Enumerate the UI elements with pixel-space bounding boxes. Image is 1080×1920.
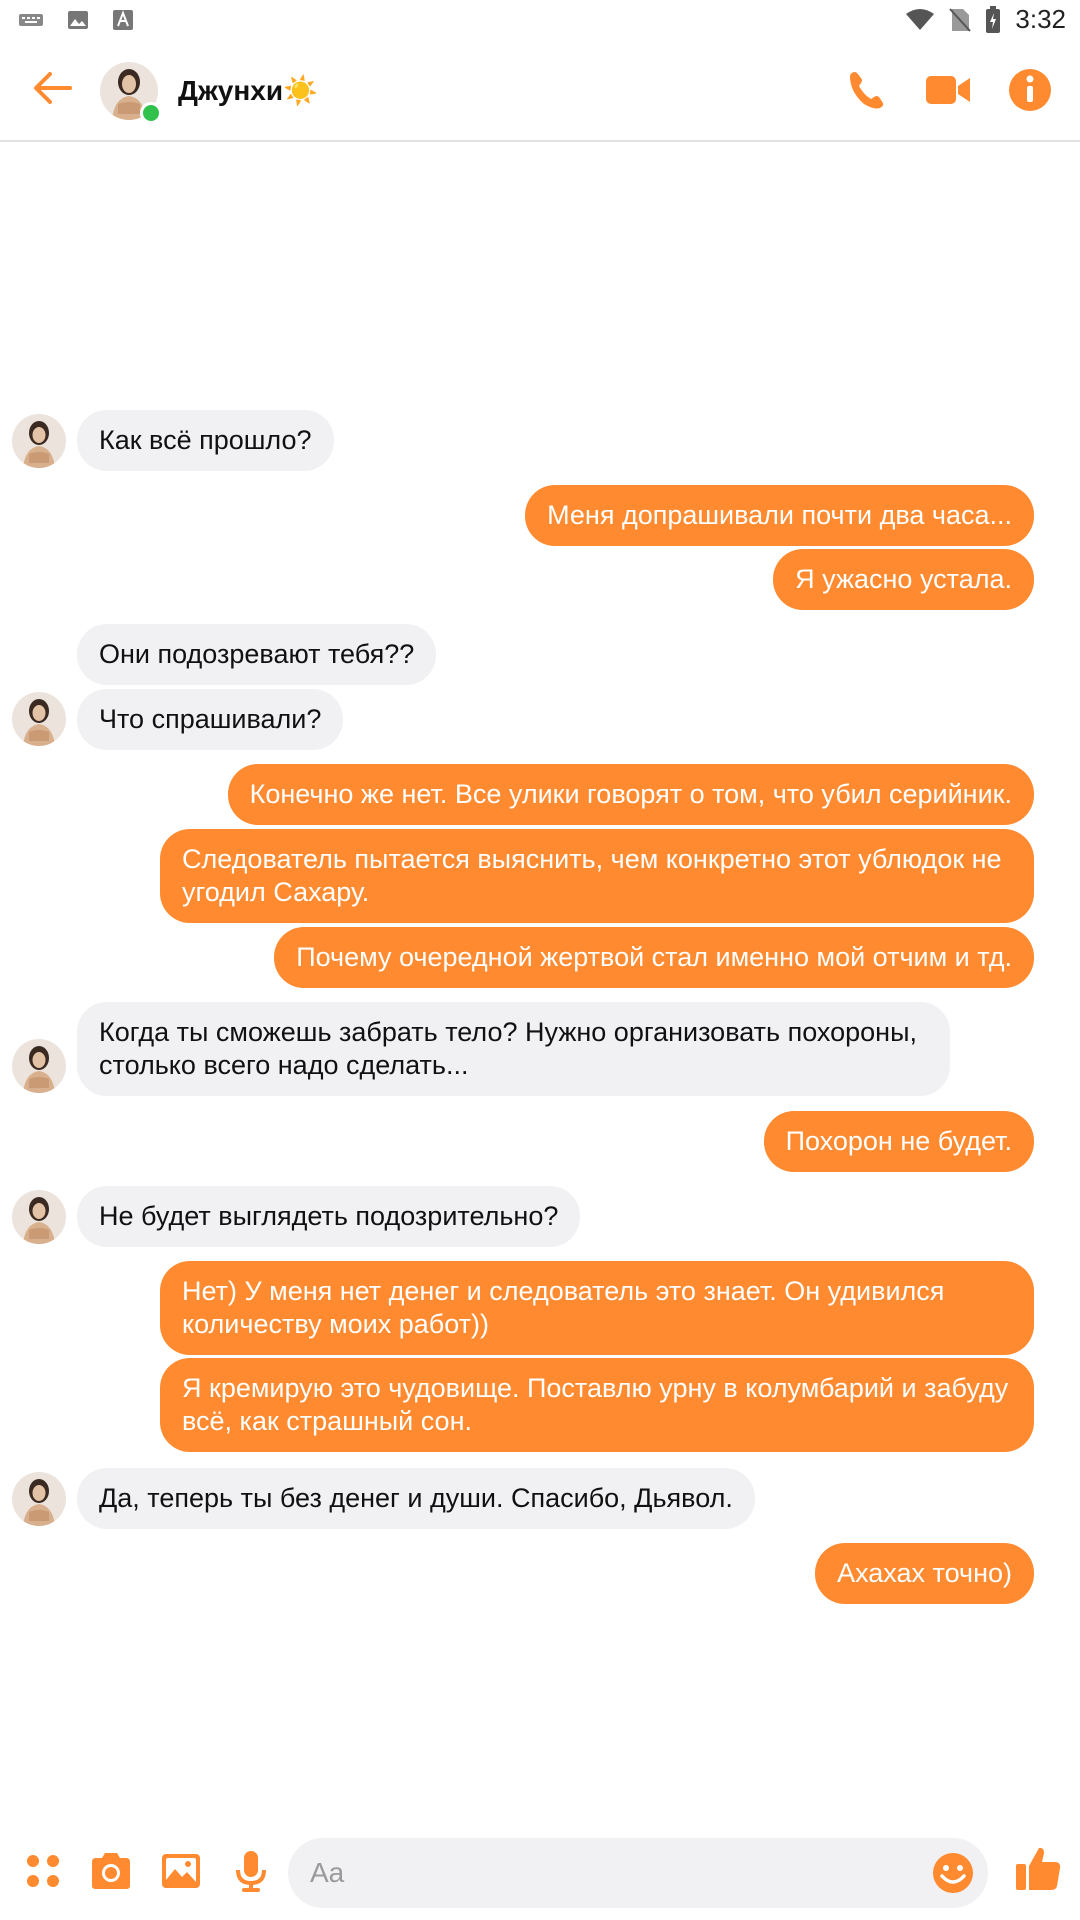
video-icon[interactable] bbox=[924, 66, 972, 114]
emoji-icon[interactable] bbox=[930, 1850, 976, 1896]
message-bubble-outgoing[interactable]: Почему очередной жертвой стал именно мой… bbox=[274, 927, 1034, 988]
message-bubble-outgoing[interactable]: Меня допрашивали почти два часа... bbox=[525, 485, 1034, 546]
back-arrow-icon[interactable] bbox=[30, 66, 74, 110]
thumbs-up-icon[interactable] bbox=[1014, 1844, 1064, 1894]
contact-name[interactable]: Джунхи☀️ bbox=[178, 74, 318, 107]
sender-avatar bbox=[12, 414, 66, 468]
message-bubble-outgoing[interactable]: Следователь пытается выяснить, чем конкр… bbox=[160, 829, 1034, 923]
message-bubble-incoming[interactable]: Да, теперь ты без денег и души. Спасибо,… bbox=[77, 1468, 755, 1529]
sender-avatar bbox=[12, 692, 66, 746]
keyboard-icon bbox=[19, 14, 43, 26]
text-a-icon bbox=[113, 10, 133, 30]
message-bubble-outgoing[interactable]: Конечно же нет. Все улики говорят о том,… bbox=[227, 764, 1034, 825]
image-notification-icon bbox=[68, 11, 88, 29]
message-composer bbox=[0, 1830, 1080, 1920]
sender-avatar bbox=[12, 1472, 66, 1526]
wifi-icon bbox=[906, 8, 935, 30]
message-bubble-incoming[interactable]: Как всё прошло? bbox=[77, 410, 334, 471]
online-status-dot bbox=[140, 102, 162, 124]
message-bubble-outgoing[interactable]: Я кремирую это чудовище. Поставлю урну в… bbox=[160, 1358, 1034, 1452]
camera-icon[interactable] bbox=[88, 1848, 134, 1894]
message-bubble-outgoing[interactable]: Похорон не будет. bbox=[763, 1111, 1034, 1172]
message-bubble-incoming[interactable]: Что спрашивали? bbox=[77, 689, 344, 750]
message-input-container bbox=[288, 1838, 988, 1908]
battery-charging-icon bbox=[986, 5, 1001, 33]
message-bubble-outgoing[interactable]: Я ужасно устала. bbox=[773, 549, 1034, 610]
message-bubble-incoming[interactable]: Они подозревают тебя?? bbox=[77, 624, 437, 685]
chat-header: Джунхи☀️ bbox=[0, 44, 1080, 142]
message-bubble-outgoing[interactable]: Ахахах точно) bbox=[815, 1543, 1034, 1604]
status-bar: 3:32 bbox=[0, 0, 1080, 44]
sender-avatar bbox=[12, 1039, 66, 1093]
message-input[interactable] bbox=[308, 1852, 892, 1894]
status-time: 3:32 bbox=[1015, 4, 1066, 34]
apps-icon[interactable] bbox=[20, 1848, 66, 1894]
sender-avatar bbox=[12, 1190, 66, 1244]
info-icon[interactable] bbox=[1006, 66, 1054, 114]
message-bubble-outgoing[interactable]: Нет) У меня нет денег и следователь это … bbox=[160, 1261, 1034, 1355]
phone-icon[interactable] bbox=[842, 66, 890, 114]
gallery-icon[interactable] bbox=[158, 1848, 204, 1894]
message-list: Как всё прошло? Меня допрашивали почти д… bbox=[0, 140, 1080, 1830]
message-bubble-incoming[interactable]: Когда ты сможешь забрать тело? Нужно орг… bbox=[77, 1002, 950, 1096]
no-sim-icon bbox=[949, 7, 972, 32]
microphone-icon[interactable] bbox=[228, 1848, 274, 1894]
message-bubble-incoming[interactable]: Не будет выглядеть подозрительно? bbox=[77, 1186, 581, 1247]
